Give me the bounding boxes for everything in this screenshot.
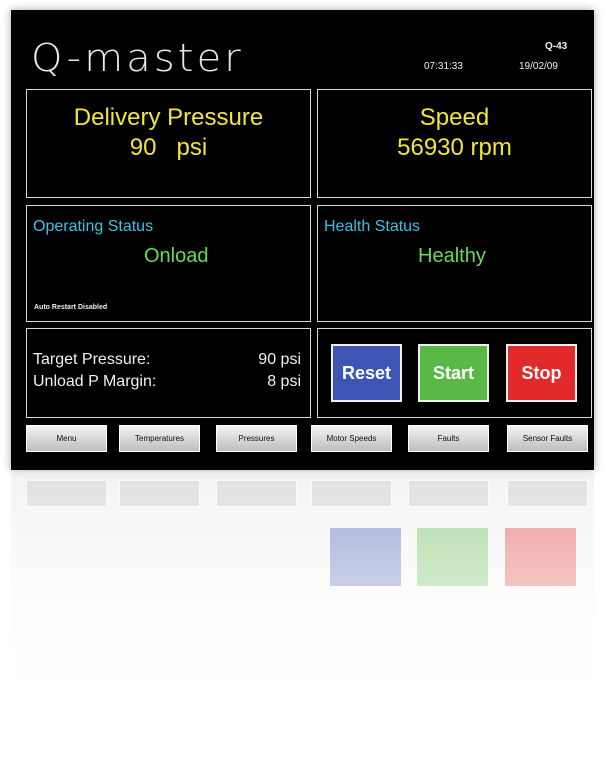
reflection-nav-shape	[26, 480, 107, 507]
nav-faults-button[interactable]: Faults	[408, 425, 489, 452]
health-status-value: Healthy	[418, 245, 486, 267]
reflection-nav-shape	[311, 480, 392, 507]
delivery-pressure-panel: Delivery Pressure 90 psi	[26, 89, 311, 198]
header: Q-master 07:31:33 Q-43 19/02/09	[11, 10, 594, 90]
target-pressure-value: 90 psi	[258, 351, 301, 368]
operating-status-label: Operating Status	[33, 218, 154, 235]
nav-motor-speeds-button[interactable]: Motor Speeds	[311, 425, 392, 452]
speed-value: 56930 rpm	[397, 134, 512, 161]
hmi-screen: Q-master 07:31:33 Q-43 19/02/09 Delivery…	[11, 10, 594, 470]
unit-id: Q-43	[545, 41, 568, 52]
q-master-logo: Q-master	[31, 36, 244, 80]
unload-margin-value: 8 psi	[267, 373, 301, 390]
reflection-nav-shape	[408, 480, 489, 507]
clock-time: 07:31:33	[424, 61, 463, 72]
reflection-stop-shape	[505, 528, 576, 586]
health-status-label: Health Status	[324, 218, 421, 235]
target-pressure-label: Target Pressure:	[33, 351, 151, 368]
unload-margin-label: Unload P Margin:	[33, 373, 157, 390]
reflection-nav-shape	[216, 480, 297, 507]
operating-status-value: Onload	[144, 245, 209, 267]
nav-sensor-faults-button[interactable]: Sensor Faults	[507, 425, 588, 452]
control-buttons-panel: Reset Start Stop	[317, 328, 592, 418]
clock-date: 19/02/09	[519, 61, 558, 72]
nav-temperatures-button[interactable]: Temperatures	[119, 425, 200, 452]
speed-title: Speed	[419, 104, 490, 131]
screen-reflection	[11, 472, 594, 758]
nav-bar: Menu Temperatures Pressures Motor Speeds…	[11, 425, 594, 455]
auto-restart-note: Auto Restart Disabled	[34, 304, 108, 311]
delivery-pressure-value: 90 psi	[129, 134, 208, 161]
reflection-start-shape	[417, 528, 488, 586]
reset-button[interactable]: Reset	[331, 344, 402, 402]
reflection-nav-shape	[119, 480, 200, 507]
stop-button[interactable]: Stop	[506, 344, 577, 402]
nav-pressures-button[interactable]: Pressures	[216, 425, 297, 452]
reflection-reset-shape	[330, 528, 401, 586]
speed-panel: Speed 56930 rpm	[317, 89, 592, 198]
delivery-pressure-title: Delivery Pressure	[73, 104, 264, 131]
reflection-gradient	[11, 472, 594, 758]
health-status-panel: Health Status Healthy	[317, 205, 592, 322]
start-button[interactable]: Start	[418, 344, 489, 402]
nav-menu-button[interactable]: Menu	[26, 425, 107, 452]
reflection-nav-shape	[507, 480, 588, 507]
pressure-parameters-panel: Target Pressure: 90 psi Unload P Margin:…	[26, 328, 311, 418]
operating-status-panel: Operating Status Onload Auto Restart Dis…	[26, 205, 311, 322]
